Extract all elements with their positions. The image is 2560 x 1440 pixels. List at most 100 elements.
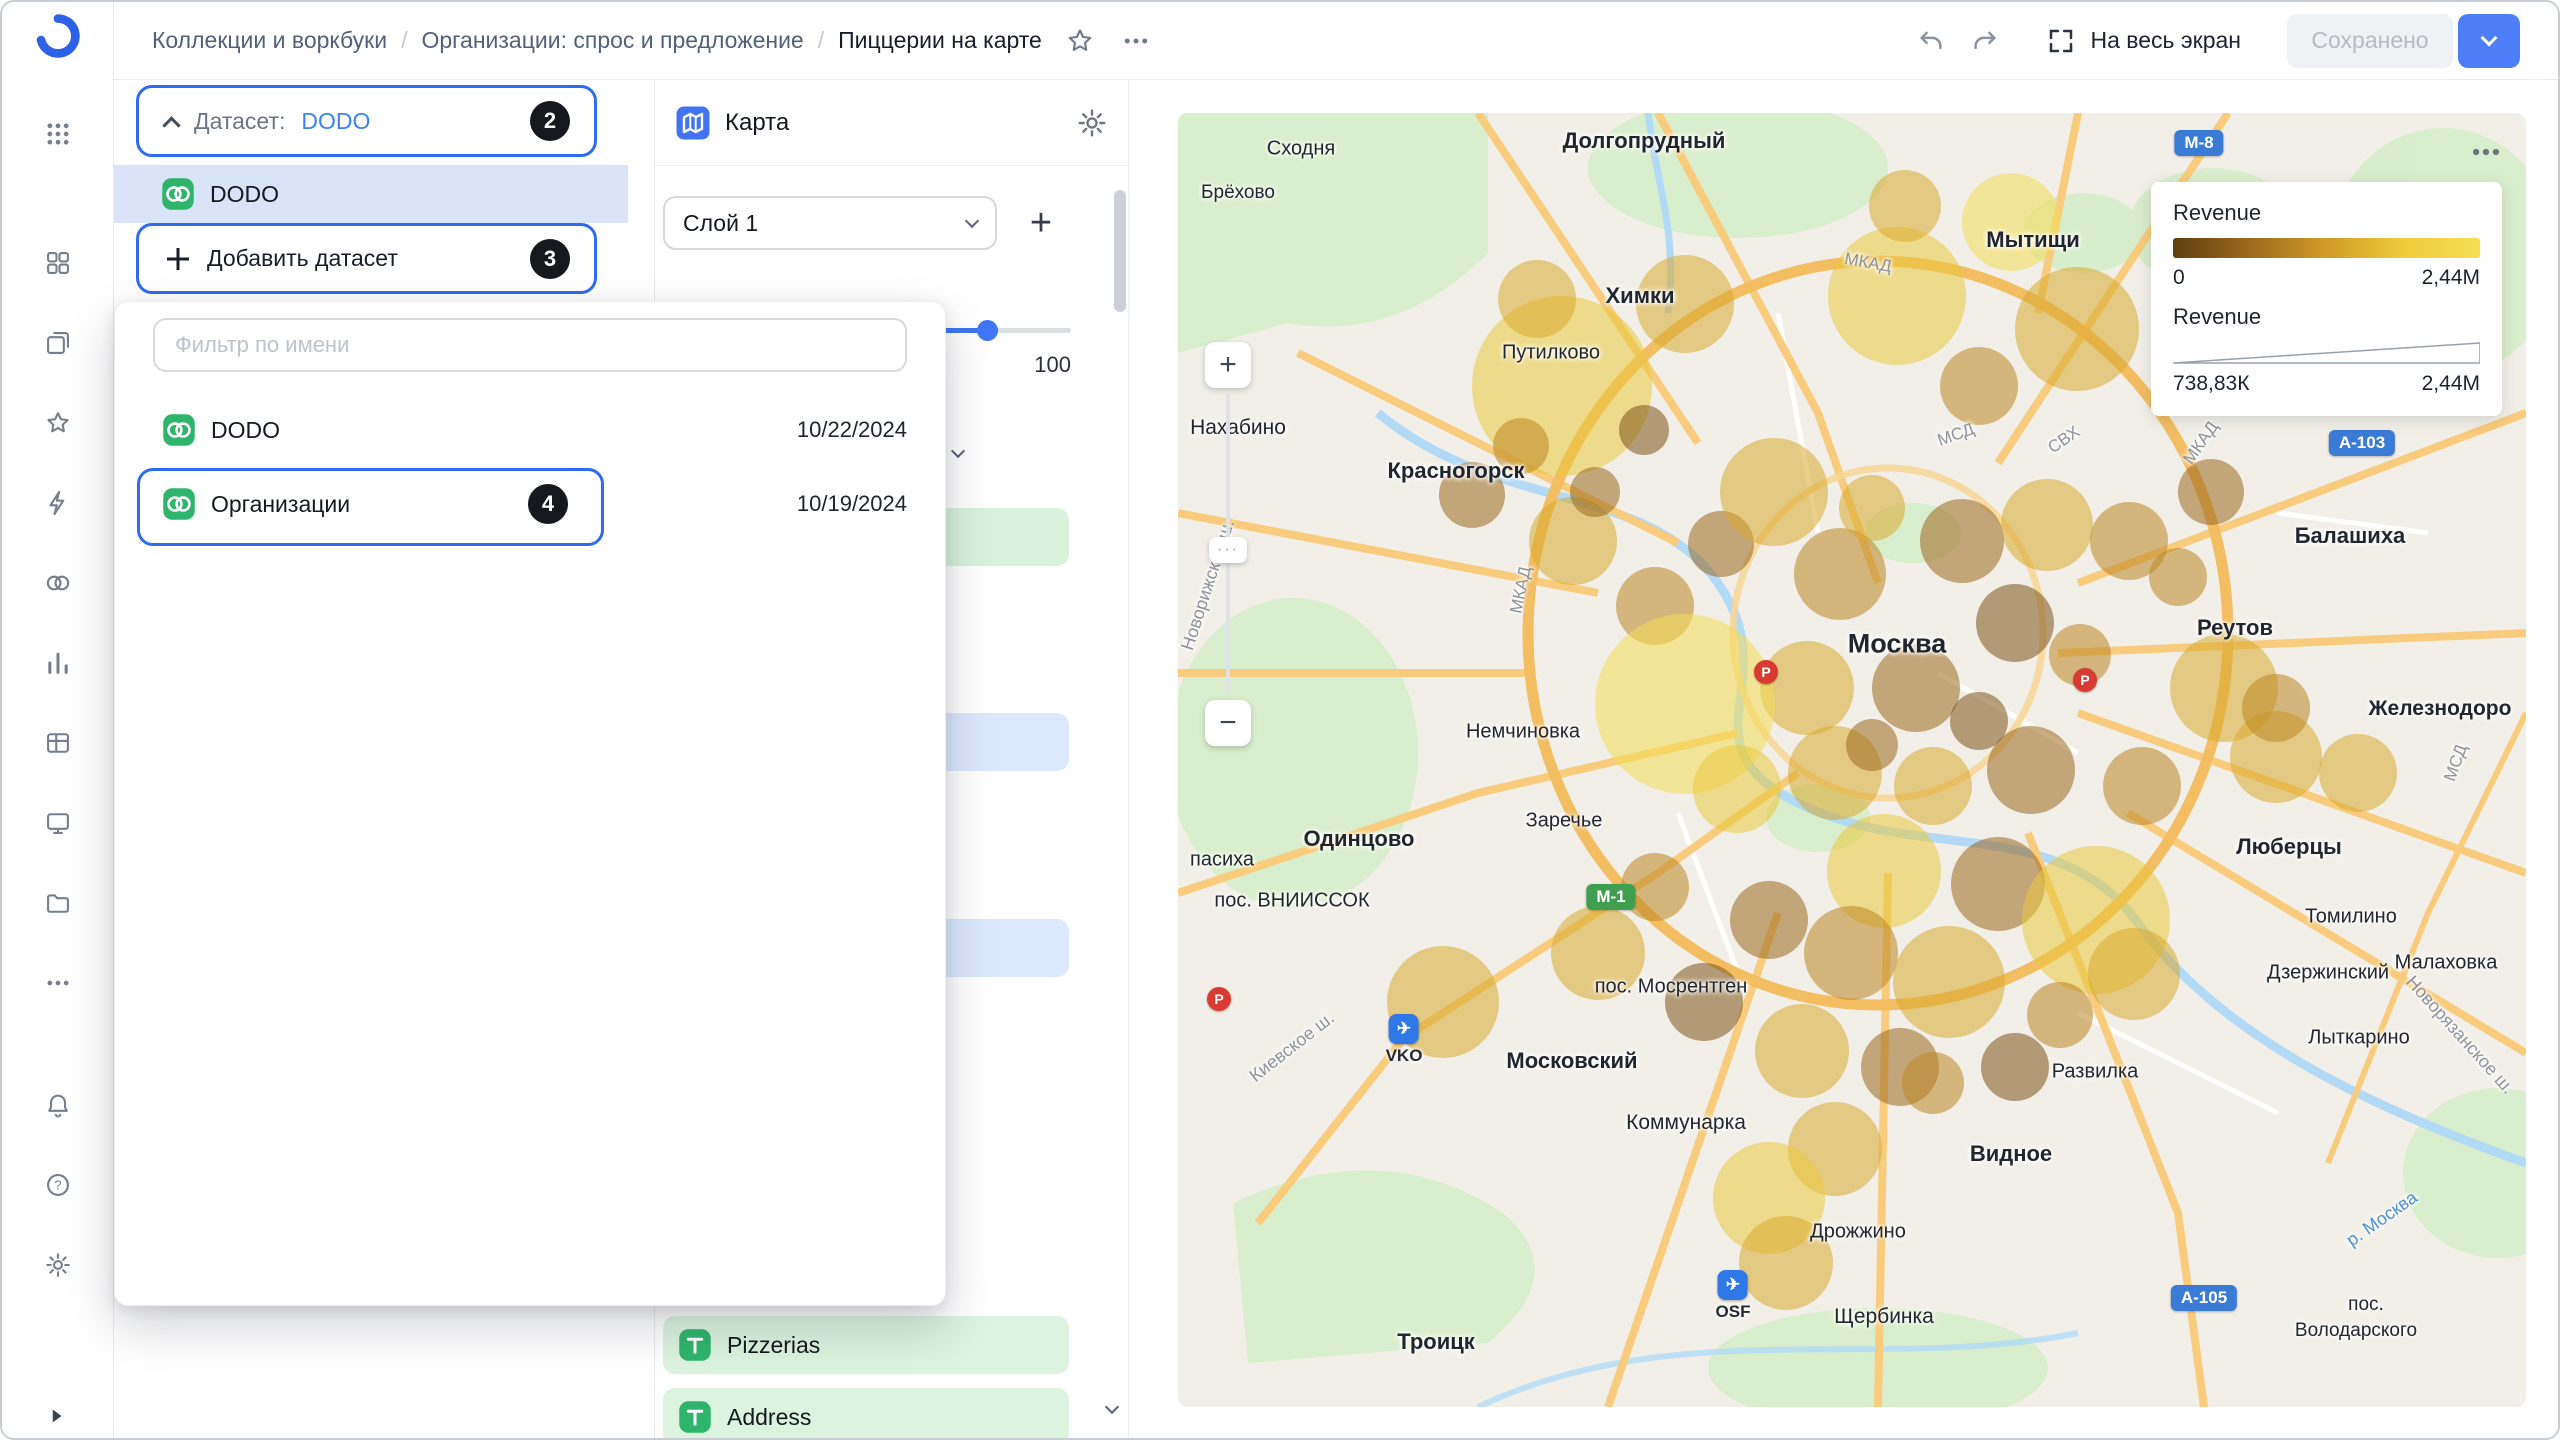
- legend-size-title: Revenue: [2173, 304, 2480, 330]
- add-dataset-label: Добавить датасет: [207, 245, 398, 272]
- left-rail: ?: [2, 2, 114, 1438]
- dataset-selector[interactable]: Датасет: DODO 2: [136, 85, 597, 157]
- notifications-icon[interactable]: [36, 1083, 80, 1127]
- rail-bottom: ?: [2, 1083, 113, 1287]
- fullscreen-label[interactable]: На весь экран: [2091, 27, 2242, 54]
- field-chip-address[interactable]: Address: [663, 1388, 1069, 1438]
- dataset-filter-input[interactable]: [153, 318, 907, 372]
- legend-size-min: 738,83К: [2173, 372, 2249, 396]
- airport-icon: ✈VKO: [1386, 1014, 1423, 1066]
- header-actions: На весь экран Сохранено: [1911, 14, 2521, 68]
- map-legend: Revenue 0 2,44M Revenue 738,83К 2,44M: [2151, 182, 2502, 416]
- add-layer-button[interactable]: +: [1013, 196, 1069, 250]
- dashboards-icon[interactable]: [36, 801, 80, 845]
- add-dataset-button[interactable]: Добавить датасет 3: [136, 223, 597, 294]
- dataset-icon: [161, 412, 197, 448]
- dataset-icon: [160, 176, 196, 212]
- breadcrumb-current: Пиццерии на карте: [838, 27, 1042, 54]
- dataset-select-popup: DODO 10/22/2024 Организации 4 10/19/2024: [114, 301, 946, 1306]
- favorite-star-icon[interactable]: [1060, 21, 1100, 61]
- zoom-in-button[interactable]: +: [1205, 342, 1251, 388]
- dataset-popup-item-date: 10/22/2024: [797, 417, 907, 443]
- rail-main: [2, 241, 113, 1005]
- expand-rail-icon[interactable]: [38, 1398, 74, 1434]
- dataset-icon: [161, 486, 197, 522]
- top-header: Коллекции и воркбуки / Организации: спро…: [114, 2, 2558, 80]
- field-chip-label: Address: [727, 1404, 811, 1431]
- chevron-down-icon: [2481, 30, 2498, 47]
- collections-icon[interactable]: [36, 241, 80, 285]
- section-chevron-down-icon[interactable]: [951, 444, 965, 458]
- plus-icon: [165, 246, 191, 272]
- string-type-icon: [677, 1327, 713, 1363]
- parking-icon: Р: [2073, 668, 2097, 692]
- legend-color-min: 0: [2173, 266, 2185, 290]
- workbooks-icon[interactable]: [36, 321, 80, 365]
- chart-config-header: Карта: [655, 80, 1128, 166]
- dataset-selector-label: Датасет:: [194, 108, 285, 135]
- field-chip-label: Pizzerias: [727, 1332, 820, 1359]
- more-actions-icon[interactable]: [1116, 21, 1156, 61]
- datasets-icon[interactable]: [36, 561, 80, 605]
- datalens-app: ? Коллекции и воркбуки / Организации: сп…: [0, 0, 2560, 1440]
- breadcrumb-separator: /: [818, 27, 824, 54]
- road-badge: А-103: [2329, 430, 2395, 456]
- map-more-icon[interactable]: [2464, 135, 2508, 169]
- slider-knob[interactable]: [977, 320, 998, 341]
- zoom-out-button[interactable]: −: [1205, 700, 1251, 746]
- map-canvas[interactable]: СходняБрёховоДолгопрудныйМытищиХимкиПути…: [1178, 113, 2526, 1407]
- rail-top: [2, 14, 113, 156]
- help-icon[interactable]: ?: [36, 1163, 80, 1207]
- scroll-down-icon[interactable]: [1105, 1400, 1119, 1414]
- more-icon[interactable]: [36, 961, 80, 1005]
- breadcrumb-collections[interactable]: Коллекции и воркбуки: [152, 27, 387, 54]
- connections-icon[interactable]: [36, 481, 80, 525]
- step-badge-3: 3: [530, 239, 570, 279]
- string-type-icon: [677, 1399, 713, 1435]
- poi-label: OSF: [1716, 1302, 1751, 1322]
- breadcrumb: Коллекции и воркбуки / Организации: спро…: [152, 27, 1042, 54]
- dataset-list-item-dodo[interactable]: DODO: [114, 165, 628, 223]
- save-menu-button[interactable]: [2458, 14, 2520, 68]
- layer-select[interactable]: Слой 1: [663, 196, 997, 250]
- parking-icon: Р: [1754, 660, 1778, 684]
- undo-icon[interactable]: [1911, 21, 1951, 61]
- breadcrumb-workbook[interactable]: Организации: спрос и предложение: [421, 27, 803, 54]
- dataset-popup-item[interactable]: DODO 10/22/2024: [115, 394, 947, 466]
- tables-icon[interactable]: [36, 721, 80, 765]
- legend-size-max: 2,44M: [2422, 372, 2480, 396]
- datalens-logo[interactable]: [36, 14, 80, 58]
- poi-label: VKO: [1386, 1046, 1423, 1066]
- airport-icon: ✈OSF: [1716, 1270, 1751, 1322]
- redo-icon[interactable]: [1965, 21, 2005, 61]
- field-chip-pizzerias[interactable]: Pizzerias: [663, 1316, 1069, 1374]
- parking-icon: Р: [1207, 987, 1231, 1011]
- dataset-selector-value: DODO: [301, 108, 370, 135]
- road-badge: М-1: [1586, 884, 1635, 910]
- legend-color-max: 2,44M: [2422, 266, 2480, 290]
- dataset-popup-item-label: Организации: [211, 491, 350, 518]
- fullscreen-icon[interactable]: [2041, 21, 2081, 61]
- grip-dots-icon: ···: [1217, 541, 1239, 559]
- dataset-popup-item[interactable]: Организации 4 10/19/2024: [115, 468, 947, 540]
- map-chart-icon: [675, 105, 711, 141]
- chart-type-label[interactable]: Карта: [725, 109, 789, 137]
- step-badge-2: 2: [530, 101, 570, 141]
- breadcrumb-separator: /: [401, 27, 407, 54]
- apps-grid-icon[interactable]: [36, 112, 80, 156]
- step-badge-4: 4: [528, 484, 568, 524]
- charts-icon[interactable]: [36, 641, 80, 685]
- scrollbar-thumb[interactable]: [1114, 190, 1126, 312]
- storage-icon[interactable]: [36, 881, 80, 925]
- chevron-up-icon: [162, 116, 180, 134]
- save-button[interactable]: Сохранено: [2287, 14, 2453, 68]
- zoom-handle[interactable]: ···: [1209, 537, 1247, 563]
- dataset-popup-item-date: 10/19/2024: [797, 491, 907, 517]
- favorites-icon[interactable]: [36, 401, 80, 445]
- settings-gear-icon[interactable]: [1076, 107, 1108, 139]
- dataset-list-item-label: DODO: [210, 181, 279, 208]
- settings-icon[interactable]: [36, 1243, 80, 1287]
- dataset-popup-item-label: DODO: [211, 417, 280, 444]
- chevron-down-icon: [965, 214, 979, 228]
- road-badge: М-8: [2174, 130, 2223, 156]
